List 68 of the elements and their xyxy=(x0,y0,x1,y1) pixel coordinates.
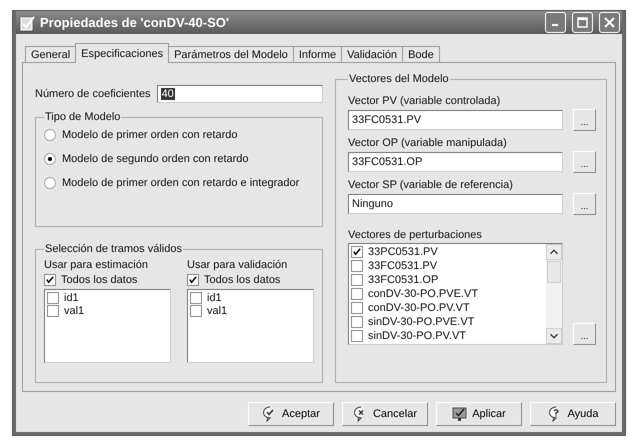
coefficients-field[interactable]: 40 xyxy=(156,85,323,103)
scroll-thumb[interactable] xyxy=(547,261,561,283)
list-item[interactable]: val1 xyxy=(207,304,228,316)
maximize-button[interactable] xyxy=(572,12,593,33)
tab[interactable]: Especificaciones xyxy=(75,43,170,63)
radio-label: Modelo de primer orden con retardo xyxy=(62,129,238,141)
checkbox[interactable] xyxy=(47,304,59,316)
checkbox[interactable] xyxy=(351,274,363,286)
list-label: Usar para estimación xyxy=(44,259,149,271)
radio-button[interactable] xyxy=(44,153,56,165)
browse-button[interactable]: ... xyxy=(573,109,596,131)
maximize-icon xyxy=(577,17,588,28)
checkbox[interactable] xyxy=(351,246,363,258)
vector-field[interactable]: 33FC0531.OP xyxy=(348,152,563,172)
field-label: Vector SP (variable de referencia) xyxy=(348,179,514,191)
list-item[interactable]: sinDV-30-PO.PVE.VT xyxy=(368,316,474,328)
field-label: Vectores de perturbaciones xyxy=(348,229,483,241)
checkbox[interactable] xyxy=(190,292,202,304)
list-item[interactable]: val1 xyxy=(64,304,84,316)
checkbox[interactable] xyxy=(351,288,363,300)
checkbox[interactable] xyxy=(44,274,56,286)
list-item[interactable]: 33FC0531.OP xyxy=(368,274,438,286)
radio-label: Modelo de segundo orden con retardo xyxy=(62,153,249,165)
close-button[interactable] xyxy=(599,12,620,33)
browse-button[interactable]: ... xyxy=(573,151,596,173)
field-label: Vector OP (variable manipulada) xyxy=(348,137,508,149)
radio-button[interactable] xyxy=(44,177,56,189)
list-item[interactable]: conDV-30-PO.PV.VT xyxy=(368,302,470,314)
list-label: Usar para validación xyxy=(187,259,288,271)
dialog-button[interactable]: Cancelar xyxy=(342,402,428,426)
checkbox[interactable] xyxy=(351,260,363,272)
browse-button[interactable]: ... xyxy=(573,193,596,215)
list-item[interactable]: conDV-30-PO.PVE.VT xyxy=(368,288,478,300)
list-item[interactable]: sinDV-30-PO.PV.VT xyxy=(368,330,466,342)
dialog-button[interactable]: Ayuda xyxy=(530,402,616,426)
checkbox-label: Todos los datos xyxy=(204,274,280,286)
dialog-button[interactable]: Aplicar xyxy=(436,402,522,426)
list-item[interactable]: 33PC0531.PV xyxy=(368,246,438,258)
radio-button[interactable] xyxy=(44,129,56,141)
field-label: Número de coeficientes xyxy=(35,88,151,100)
list-item[interactable]: id1 xyxy=(207,292,222,304)
checkbox[interactable] xyxy=(187,274,199,286)
minimize-button[interactable] xyxy=(545,12,566,33)
field-label: Vector PV (variable controlada) xyxy=(348,95,502,107)
vector-field[interactable]: 33FC0531.PV xyxy=(348,110,563,130)
scroll-up-icon[interactable] xyxy=(546,244,562,260)
vector-field[interactable]: Ninguno xyxy=(348,194,563,214)
group-title: Tipo de Modelo xyxy=(44,111,122,123)
list-item[interactable]: 33FC0531.PV xyxy=(368,260,438,272)
group-title: Selección de tramos válidos xyxy=(44,243,183,255)
monitor-check-icon xyxy=(452,406,468,422)
close-icon xyxy=(604,17,615,28)
browse-button[interactable]: ... xyxy=(573,323,596,345)
group-title: Vectores del Modelo xyxy=(348,73,450,85)
window-title: Propiedades de 'conDV-40-SO' xyxy=(40,15,230,30)
scroll-down-icon[interactable] xyxy=(546,328,562,344)
checkbox[interactable] xyxy=(351,330,363,342)
list-item[interactable]: id1 xyxy=(64,292,79,304)
checkbox-label: Todos los datos xyxy=(61,274,138,286)
checklist-icon xyxy=(20,14,36,30)
dialog-button[interactable]: Aceptar xyxy=(248,402,334,426)
checkbox[interactable] xyxy=(351,316,363,328)
checkbox[interactable] xyxy=(190,304,202,316)
tab[interactable]: General xyxy=(25,46,76,62)
tab[interactable]: Bode xyxy=(402,46,440,62)
radio-label: Modelo de primer orden con retardo e integrador xyxy=(62,177,300,189)
checkbox[interactable] xyxy=(351,302,363,314)
checkbox[interactable] xyxy=(47,292,59,304)
